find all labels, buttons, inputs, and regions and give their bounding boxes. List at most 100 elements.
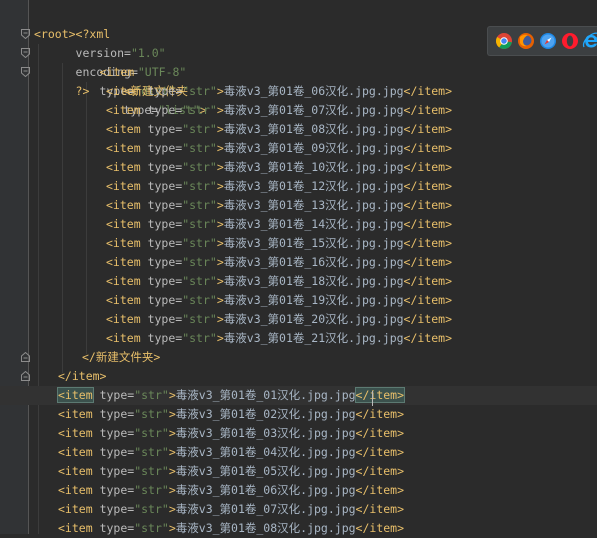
root-open-tag: <root> xyxy=(34,27,76,41)
item-close: > xyxy=(216,312,224,326)
item-value: "str" xyxy=(134,483,169,497)
item-close: > xyxy=(216,179,224,193)
code-line-item[interactable]: <item type="str">毒液v3_第01卷_16汉化.jpg.jpg<… xyxy=(0,253,597,272)
item-open: <item xyxy=(58,502,93,516)
opera-icon[interactable] xyxy=(561,32,579,50)
code-line-item[interactable]: <item type="str">毒液v3_第01卷_06汉化.jpg.jpg<… xyxy=(0,481,597,500)
fold-minus-icon[interactable] xyxy=(21,29,30,39)
item-end-tag: </item> xyxy=(403,331,453,345)
item-close: > xyxy=(168,445,176,459)
item-end-tag: </item> xyxy=(403,255,453,269)
item-value: "str" xyxy=(182,312,217,326)
item-filename: 毒液v3_第01卷_16汉化.jpg.jpg xyxy=(223,255,404,269)
text-caret xyxy=(372,391,373,406)
safari-icon[interactable] xyxy=(539,32,557,50)
code-line-item[interactable]: <item type="str">毒液v3_第01卷_12汉化.jpg.jpg<… xyxy=(0,177,597,196)
item-filename: 毒液v3_第01卷_07汉化.jpg.jpg xyxy=(223,103,404,117)
code-line-item[interactable]: <item type="str">毒液v3_第01卷_08汉化.jpg.jpg<… xyxy=(0,120,597,139)
chrome-icon[interactable] xyxy=(495,32,513,50)
fold-minus-icon[interactable] xyxy=(21,48,30,58)
fold-minus-icon[interactable] xyxy=(21,67,30,77)
item-close: > xyxy=(216,255,224,269)
item-open: <item xyxy=(106,293,141,307)
item-attr: type xyxy=(147,103,176,117)
item-close: > xyxy=(168,426,176,440)
item-close: > xyxy=(216,274,224,288)
item-end-tag: </item> xyxy=(355,483,405,497)
code-line-item[interactable]: <item type="str">毒液v3_第01卷_07汉化.jpg.jpg<… xyxy=(0,500,597,519)
item-end-tag: </item> xyxy=(403,160,453,174)
item-close: > xyxy=(216,236,224,250)
item-open: <item xyxy=(106,122,141,136)
ie-icon[interactable] xyxy=(582,32,597,50)
code-line-folder-open[interactable]: <新建文件夹 type="list"> xyxy=(0,63,597,117)
item-attr: type xyxy=(99,426,128,440)
item-end-tag: </item> xyxy=(403,217,453,231)
item-filename: 毒液v3_第01卷_19汉化.jpg.jpg xyxy=(223,293,404,307)
fold-end-icon[interactable] xyxy=(21,371,30,381)
code-line-xml-declaration[interactable]: <?xml version="1.0" encoding="UTF-8" ?> xyxy=(0,6,597,98)
item-close: > xyxy=(168,388,176,402)
item-value: "str" xyxy=(182,255,217,269)
code-line-item[interactable]: <item type="str">毒液v3_第01卷_07汉化.jpg.jpg<… xyxy=(0,101,597,120)
code-line-item[interactable]: <item type="str">毒液v3_第01卷_10汉化.jpg.jpg<… xyxy=(0,158,597,177)
item-end-tag: </item> xyxy=(403,293,453,307)
item-value: "str" xyxy=(182,274,217,288)
item-attr: type xyxy=(147,179,176,193)
code-line-item[interactable]: <item type="str">毒液v3_第01卷_14汉化.jpg.jpg<… xyxy=(0,215,597,234)
item-value: "str" xyxy=(134,388,169,402)
code-line-item[interactable]: <item type="str">毒液v3_第01卷_04汉化.jpg.jpg<… xyxy=(0,443,597,462)
item-close: > xyxy=(168,483,176,497)
firefox-icon[interactable] xyxy=(517,32,535,50)
lightbulb-icon[interactable] xyxy=(40,368,94,404)
code-line-item[interactable]: <item type="str">毒液v3_第01卷_20汉化.jpg.jpg<… xyxy=(0,310,597,329)
item-end-tag: </item> xyxy=(355,445,405,459)
item-attr: type xyxy=(99,483,128,497)
item-open: <item xyxy=(58,407,93,421)
item-filename: 毒液v3_第01卷_18汉化.jpg.jpg xyxy=(223,274,404,288)
item-value: "str" xyxy=(182,179,217,193)
item-close: > xyxy=(168,407,176,421)
code-line-folder-close[interactable]: </新建文件夹> xyxy=(0,348,597,367)
code-line-item[interactable]: <item type="str">毒液v3_第01卷_05汉化.jpg.jpg<… xyxy=(0,462,597,481)
item-close: > xyxy=(168,464,176,478)
code-line-item[interactable]: <item type="str">毒液v3_第01卷_21汉化.jpg.jpg<… xyxy=(0,329,597,348)
code-line-item[interactable]: <item type="str">毒液v3_第01卷_01汉化.jpg.jpg<… xyxy=(0,386,597,405)
item-filename: 毒液v3_第01卷_06汉化.jpg.jpg xyxy=(223,84,404,98)
xml-editor[interactable]: <?xml version="1.0" encoding="UTF-8" ?> … xyxy=(0,0,597,535)
item-attr: type xyxy=(99,502,128,516)
item-open: <item xyxy=(58,483,93,497)
item-attr: type xyxy=(99,521,128,535)
code-line-item[interactable]: <item type="str">毒液v3_第01卷_06汉化.jpg.jpg<… xyxy=(0,82,597,101)
item-attr: type xyxy=(99,388,128,402)
item-attr: type xyxy=(99,445,128,459)
fold-end-icon[interactable] xyxy=(21,352,30,362)
code-line-item[interactable]: <item type="str">毒液v3_第01卷_19汉化.jpg.jpg<… xyxy=(0,291,597,310)
code-line-item[interactable]: <item type="str">毒液v3_第01卷_13汉化.jpg.jpg<… xyxy=(0,196,597,215)
item-open: <item xyxy=(106,198,141,212)
item-end-tag: </item> xyxy=(403,312,453,326)
item-filename: 毒液v3_第01卷_02汉化.jpg.jpg xyxy=(175,407,356,421)
code-line-item[interactable]: <item type="str">毒液v3_第01卷_09汉化.jpg.jpg<… xyxy=(0,139,597,158)
item-close: > xyxy=(216,331,224,345)
item-value: "str" xyxy=(134,445,169,459)
item-open: <item xyxy=(106,179,141,193)
code-line-item[interactable]: <item type="str">毒液v3_第01卷_15汉化.jpg.jpg<… xyxy=(0,234,597,253)
code-line-item[interactable]: <item type="str">毒液v3_第01卷_18汉化.jpg.jpg<… xyxy=(0,272,597,291)
code-line-item[interactable]: <item type="str">毒液v3_第01卷_03汉化.jpg.jpg<… xyxy=(0,424,597,443)
code-line-item[interactable]: <item type="str">毒液v3_第01卷_02汉化.jpg.jpg<… xyxy=(0,405,597,424)
item-open: <item xyxy=(58,521,93,535)
code-line-dict-item-close[interactable]: </item> xyxy=(0,367,597,404)
item-value: "str" xyxy=(182,160,217,174)
item-close: > xyxy=(216,217,224,231)
item-value: "str" xyxy=(182,217,217,231)
item-value: "str" xyxy=(182,236,217,250)
item-filename: 毒液v3_第01卷_15汉化.jpg.jpg xyxy=(223,236,404,250)
code-line-item[interactable]: <item type="str">毒液v3_第01卷_08汉化.jpg.jpg<… xyxy=(0,519,597,538)
item-end-tag: </item> xyxy=(355,464,405,478)
item-end-tag: </item> xyxy=(355,521,405,535)
item-end-tag: </item> xyxy=(403,103,453,117)
item-value: "str" xyxy=(134,502,169,516)
item-attr: type xyxy=(99,407,128,421)
item-close: > xyxy=(216,141,224,155)
